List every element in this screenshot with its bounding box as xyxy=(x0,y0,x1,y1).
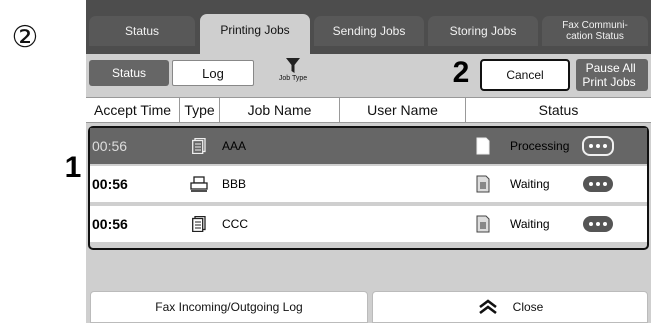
step-marker-circled-2: ② xyxy=(11,20,39,55)
tab-status-label: Status xyxy=(124,24,160,38)
close-button[interactable]: Close xyxy=(372,291,648,323)
column-accept-time[interactable]: Accept Time xyxy=(86,97,180,123)
more-details-button[interactable] xyxy=(582,128,614,164)
cancel-button[interactable]: Cancel xyxy=(480,59,570,91)
more-icon xyxy=(583,216,613,232)
column-type[interactable]: Type xyxy=(180,97,220,123)
more-icon xyxy=(583,176,613,192)
job-status: Processing xyxy=(510,139,570,153)
column-status[interactable]: Status xyxy=(466,97,651,123)
copy-icon xyxy=(188,128,210,164)
job-accept-time: 00:56 xyxy=(92,176,128,192)
step-marker-2: 2 xyxy=(452,56,470,89)
document-icon xyxy=(473,206,493,242)
tab-storing-jobs[interactable]: Storing Jobs xyxy=(428,16,538,46)
tab-status[interactable]: Status xyxy=(89,16,195,46)
close-label: Close xyxy=(512,300,544,314)
tab-printing-jobs-label: Printing Jobs xyxy=(220,23,290,37)
tab-fax-communication-status[interactable]: Fax Communi- cation Status xyxy=(542,16,648,46)
more-icon xyxy=(582,136,614,156)
job-name: CCC xyxy=(222,217,248,231)
copy-icon xyxy=(188,206,210,242)
document-icon xyxy=(473,166,493,202)
job-name: AAA xyxy=(222,139,247,153)
pause-all-print-jobs-button[interactable]: Pause All Print Jobs xyxy=(576,59,648,91)
status-button[interactable]: Status xyxy=(89,60,169,86)
job-status: Waiting xyxy=(510,177,550,191)
tab-fax-status-label: Fax Communi- cation Status xyxy=(562,20,628,42)
job-status: Waiting xyxy=(510,217,550,231)
printer-icon xyxy=(188,166,210,202)
tab-storing-jobs-label: Storing Jobs xyxy=(449,24,517,38)
more-details-button[interactable] xyxy=(582,206,614,242)
document-icon xyxy=(473,128,493,164)
column-user-name[interactable]: User Name xyxy=(340,97,466,123)
job-accept-time: 00:56 xyxy=(92,216,128,232)
step-marker-1: 1 xyxy=(64,151,82,184)
filter-icon xyxy=(286,58,300,73)
job-type-label: Job Type xyxy=(278,75,308,82)
log-button[interactable]: Log xyxy=(172,60,254,86)
double-chevron-up-icon xyxy=(478,299,497,315)
tab-printing-jobs[interactable]: Printing Jobs xyxy=(200,14,310,54)
more-details-button[interactable] xyxy=(582,166,614,202)
column-job-name[interactable]: Job Name xyxy=(220,97,340,123)
tab-sending-jobs-label: Sending Jobs xyxy=(332,24,406,38)
job-type-filter-button[interactable]: Job Type xyxy=(262,56,324,90)
fax-log-button[interactable]: Fax Incoming/Outgoing Log xyxy=(90,291,368,323)
job-name: BBB xyxy=(222,177,247,191)
tab-sending-jobs[interactable]: Sending Jobs xyxy=(314,16,424,46)
job-accept-time: 00:56 xyxy=(92,138,128,154)
